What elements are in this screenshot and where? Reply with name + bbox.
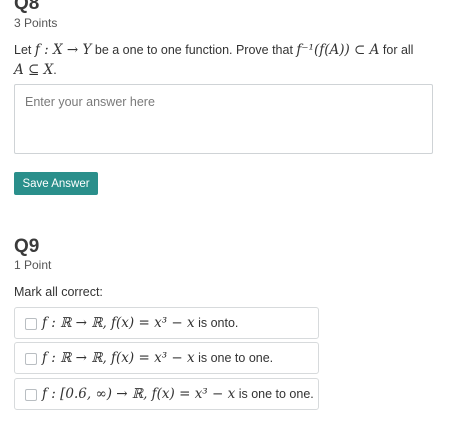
checkbox[interactable] (25, 353, 37, 365)
q8-points: 3 Points (14, 16, 58, 30)
option-item[interactable]: f : ℝ → ℝ, f(x) = x³ − x is one to one. (14, 342, 319, 374)
option-label: f : ℝ → ℝ, f(x) = x³ − x is one to one. (42, 350, 273, 366)
option-item[interactable]: f : ℝ → ℝ, f(x) = x³ − x is onto. (14, 307, 319, 339)
prompt-text: for all (379, 43, 414, 57)
answer-textarea[interactable] (14, 84, 433, 154)
prompt-math: f : X → Y (34, 42, 92, 58)
option-label: f : [0.6, ∞) → ℝ, f(x) = x³ − x is one t… (42, 386, 314, 402)
option-math: f : [0.6, ∞) → ℝ, f(x) = x³ − x (42, 386, 236, 402)
q8-prompt: Let f : X → Y be a one to one function. … (14, 40, 454, 80)
option-text: is one to one. (194, 351, 274, 365)
checkbox[interactable] (25, 318, 37, 330)
prompt-math: f⁻¹(f(A)) ⊂ A (296, 42, 380, 58)
option-text: is onto. (194, 316, 239, 330)
option-text: is one to one. (235, 387, 314, 401)
option-math: f : ℝ → ℝ, f(x) = x³ − x (42, 350, 195, 366)
q9-title: Q9 (14, 236, 40, 257)
checkbox[interactable] (25, 389, 37, 401)
option-label: f : ℝ → ℝ, f(x) = x³ − x is onto. (42, 315, 238, 331)
option-math: f : ℝ → ℝ, f(x) = x³ − x (42, 315, 195, 331)
q9-instruction: Mark all correct: (14, 285, 103, 299)
prompt-math: A ⊆ X (14, 62, 54, 78)
prompt-text: Let (14, 43, 35, 57)
prompt-text: be a one to one function. Prove that (91, 43, 297, 57)
q8-title: Q8 (14, 0, 40, 14)
save-answer-button[interactable]: Save Answer (14, 172, 98, 195)
option-item[interactable]: f : [0.6, ∞) → ℝ, f(x) = x³ − x is one t… (14, 378, 319, 410)
prompt-text: . (53, 63, 57, 77)
q9-points: 1 Point (14, 258, 52, 272)
